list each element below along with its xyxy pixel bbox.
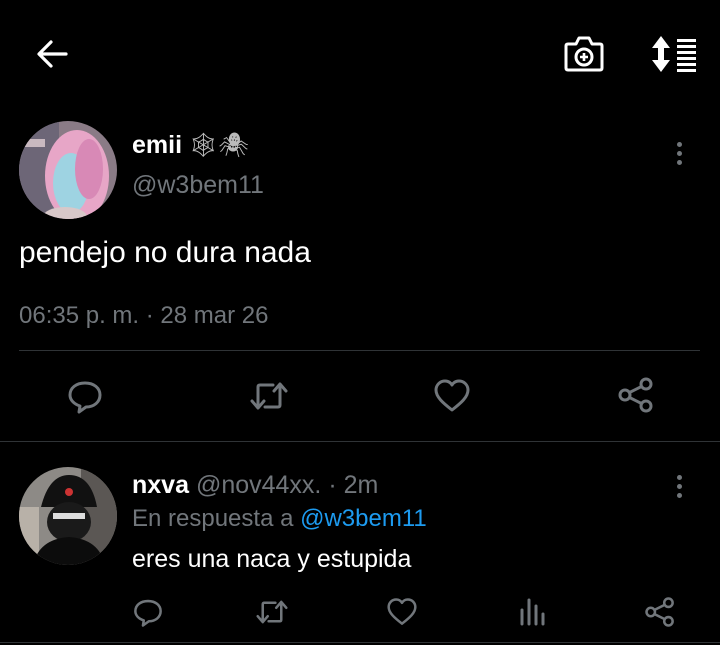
tweet-text: pendejo no dura nada	[19, 236, 311, 269]
heart-icon	[387, 598, 417, 625]
more-dot-icon	[677, 493, 682, 498]
camera-plus-icon	[564, 36, 604, 72]
more-dot-icon	[677, 142, 682, 147]
sort-button[interactable]	[648, 34, 698, 74]
camera-button[interactable]	[563, 34, 605, 74]
tweet-more-button[interactable]	[677, 142, 685, 169]
author-emojis: 🕸🕷	[188, 131, 249, 159]
arrow-left-icon	[37, 40, 68, 68]
share-icon	[645, 597, 674, 627]
reply-display-name[interactable]: nxva	[132, 471, 189, 499]
replying-to-link[interactable]: @w3bem11	[300, 505, 427, 532]
tweet-divider	[19, 350, 700, 351]
reply-share-button[interactable]	[644, 596, 676, 628]
reply-author-avatar[interactable]	[19, 467, 117, 565]
more-dot-icon	[677, 160, 682, 165]
reply-time[interactable]: 2m	[344, 471, 379, 499]
reply-icon	[68, 381, 102, 414]
author-handle[interactable]: @w3bem11	[132, 171, 264, 200]
share-icon	[618, 377, 653, 413]
reply-handle[interactable]: @nov44xx.	[196, 471, 321, 499]
share-button[interactable]	[617, 376, 655, 414]
more-dot-icon	[677, 484, 682, 489]
tweet-time[interactable]: 06:35 p. m.	[19, 302, 139, 329]
reply-button[interactable]	[66, 377, 104, 415]
reply-header: nxva @nov44xx. · 2m	[132, 471, 378, 500]
sort-icon	[652, 36, 696, 72]
meta-separator: ·	[145, 302, 154, 329]
replying-to-line: En respuesta a @w3bem11	[132, 505, 427, 533]
reply-like-button[interactable]	[386, 597, 418, 627]
like-button[interactable]	[433, 378, 471, 414]
section-divider	[0, 441, 720, 442]
reply-icon	[134, 599, 162, 627]
retweet-icon	[256, 600, 288, 624]
tweet-date[interactable]: 28 mar 26	[160, 302, 268, 329]
reply-analytics-button[interactable]	[517, 596, 547, 626]
reply-separator: ·	[328, 471, 337, 499]
avatar-photo	[19, 467, 117, 565]
back-button[interactable]	[34, 36, 70, 72]
heart-icon	[434, 379, 470, 412]
author-name-row[interactable]: emii 🕸🕷	[132, 128, 249, 162]
retweet-button[interactable]	[249, 377, 289, 415]
reply-more-button[interactable]	[677, 475, 685, 502]
avatar-photo	[19, 121, 117, 219]
analytics-icon	[520, 598, 545, 626]
more-dot-icon	[677, 151, 682, 156]
author-avatar[interactable]	[19, 121, 117, 219]
replying-to-prefix: En respuesta a	[132, 505, 294, 532]
reply-retweet-button[interactable]	[255, 596, 289, 628]
retweet-icon	[250, 382, 288, 410]
reply-text: eres una naca y estupida	[132, 545, 412, 573]
reply-reply-button[interactable]	[132, 596, 164, 628]
author-display-name: emii	[132, 130, 183, 159]
more-dot-icon	[677, 475, 682, 480]
bottom-divider	[0, 642, 720, 643]
tweet-meta: 06:35 p. m. · 28 mar 26	[19, 302, 268, 330]
